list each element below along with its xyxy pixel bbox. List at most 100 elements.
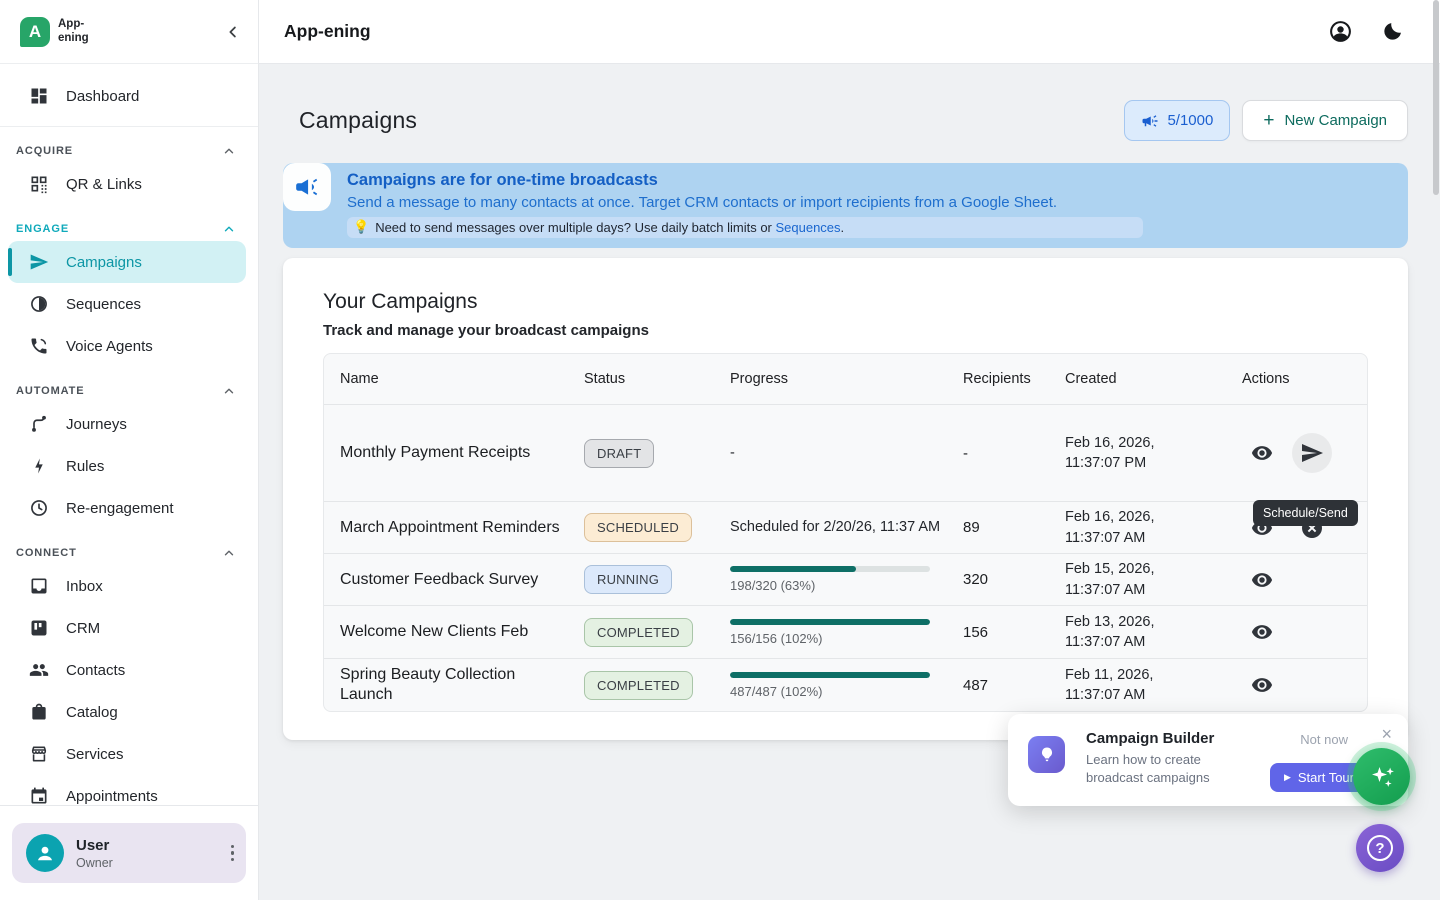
sidebar: A App- ening Dashboard ACQUIRE QR & Link… — [0, 0, 259, 900]
not-now-button[interactable]: Not now — [1300, 732, 1348, 747]
progress-bar: 156/156 (102%) — [730, 619, 930, 646]
sidebar-item-label: Rules — [66, 458, 104, 475]
user-card[interactable]: User Owner — [12, 823, 246, 883]
page-title: Campaigns — [299, 107, 417, 134]
section-label: AUTOMATE — [16, 385, 85, 397]
bag-icon — [29, 702, 49, 722]
section-acquire[interactable]: ACQUIRE — [0, 139, 258, 163]
campaign-name: Customer Feedback Survey — [340, 570, 584, 590]
sidebar-item-label: Campaigns — [66, 254, 142, 271]
campaign-name: Monthly Payment Receipts — [340, 443, 584, 463]
app-title: App-ening — [284, 21, 371, 42]
chevron-up-icon — [222, 222, 236, 236]
close-icon[interactable]: × — [1381, 724, 1392, 745]
sidebar-item-contacts[interactable]: Contacts — [0, 649, 258, 691]
phone-icon — [29, 336, 49, 356]
col-header-created: Created — [1065, 371, 1242, 387]
recipients-count: 156 — [963, 624, 1065, 641]
sidebar-item-label: Journeys — [66, 416, 127, 433]
sequences-link[interactable]: Sequences — [775, 220, 840, 235]
storefront-icon — [29, 744, 49, 764]
sidebar-item-reengagement[interactable]: Re-engagement — [0, 487, 258, 529]
card-subtitle: Track and manage your broadcast campaign… — [323, 322, 1368, 339]
progress-label: 198/320 (63%) — [730, 578, 930, 593]
table-row: Welcome New Clients Feb COMPLETED 156/15… — [324, 605, 1367, 658]
campaign-name: Spring Beauty Collection Launch — [340, 665, 584, 705]
send-icon — [29, 252, 49, 272]
account-icon[interactable] — [1328, 19, 1353, 44]
status-badge: COMPLETED — [584, 618, 693, 647]
sidebar-item-label: CRM — [66, 620, 100, 637]
route-icon — [29, 414, 49, 434]
user-avatar — [26, 834, 64, 872]
quota-text: 5/1000 — [1167, 112, 1213, 129]
sidebar-item-rules[interactable]: Rules — [0, 445, 258, 487]
campaign-quota-badge[interactable]: 5/1000 — [1124, 100, 1230, 141]
clock-icon — [29, 498, 49, 518]
sidebar-item-campaigns[interactable]: Campaigns — [8, 241, 246, 283]
campaign-name: Welcome New Clients Feb — [340, 622, 584, 642]
view-button[interactable] — [1242, 665, 1282, 705]
progress-bar: 487/487 (102%) — [730, 672, 930, 699]
col-header-actions: Actions — [1242, 371, 1367, 387]
sidebar-item-dashboard[interactable]: Dashboard — [0, 74, 258, 118]
campaign-name: March Appointment Reminders — [340, 518, 584, 538]
chevron-up-icon — [222, 546, 236, 560]
plus-icon: + — [1263, 111, 1274, 130]
logo-line1: App- — [58, 18, 89, 31]
progress-text: - — [730, 444, 963, 463]
topbar: App-ening — [259, 0, 1440, 64]
lightbulb-emoji-icon: 💡 — [353, 219, 369, 235]
user-name: User — [76, 837, 113, 854]
view-button[interactable] — [1242, 612, 1282, 652]
half-circle-icon — [29, 294, 49, 314]
sidebar-item-journeys[interactable]: Journeys — [0, 403, 258, 445]
dark-mode-moon-icon[interactable] — [1381, 20, 1404, 43]
help-fab[interactable]: ? — [1356, 824, 1404, 872]
banner-tip: 💡 Need to send messages over multiple da… — [347, 217, 1143, 238]
sidebar-item-appointments[interactable]: Appointments — [0, 775, 258, 805]
person-icon — [33, 841, 57, 865]
sidebar-item-crm[interactable]: CRM — [0, 607, 258, 649]
chevron-up-icon — [222, 144, 236, 158]
created-date: Feb 16, 2026, 11:37:07 AM — [1065, 507, 1183, 548]
view-button[interactable] — [1242, 433, 1282, 473]
kanban-icon — [29, 618, 49, 638]
section-engage[interactable]: ENGAGE — [0, 217, 258, 241]
sidebar-collapse-icon[interactable] — [224, 23, 242, 41]
sidebar-item-services[interactable]: Services — [0, 733, 258, 775]
user-menu-kebab-icon[interactable] — [231, 845, 235, 862]
new-campaign-button[interactable]: + New Campaign — [1242, 100, 1408, 141]
sidebar-item-sequences[interactable]: Sequences — [0, 283, 258, 325]
view-button[interactable] — [1242, 560, 1282, 600]
play-icon: ▶ — [1284, 772, 1291, 783]
sidebar-item-label: Voice Agents — [66, 338, 153, 355]
section-label: CONNECT — [16, 547, 77, 559]
section-automate[interactable]: AUTOMATE — [0, 379, 258, 403]
ai-sparkles-fab[interactable] — [1353, 748, 1410, 805]
user-role: Owner — [76, 856, 113, 870]
schedule-send-button[interactable] — [1292, 433, 1332, 473]
dashboard-icon — [29, 86, 49, 106]
section-connect[interactable]: CONNECT — [0, 541, 258, 565]
sidebar-item-voice-agents[interactable]: Voice Agents — [0, 325, 258, 367]
sidebar-item-inbox[interactable]: Inbox — [0, 565, 258, 607]
created-date: Feb 15, 2026, 11:37:07 AM — [1065, 559, 1183, 600]
sidebar-item-label: Catalog — [66, 704, 118, 721]
lightbulb-icon — [1028, 736, 1065, 773]
banner-tip-text: Need to send messages over multiple days… — [375, 220, 844, 235]
sparkles-icon — [1367, 762, 1397, 792]
recipients-count: 487 — [963, 677, 1065, 694]
sidebar-item-catalog[interactable]: Catalog — [0, 691, 258, 733]
new-campaign-label: New Campaign — [1284, 112, 1387, 129]
scrollbar-thumb[interactable] — [1433, 0, 1439, 195]
campaign-builder-popup: Campaign Builder Learn how to create bro… — [1008, 714, 1408, 806]
eye-icon — [1251, 621, 1273, 643]
page-scrollbar[interactable] — [1432, 0, 1440, 900]
sidebar-item-label: Inbox — [66, 578, 103, 595]
table-header-row: Name Status Progress Recipients Created … — [324, 354, 1367, 404]
sidebar-item-qr-links[interactable]: QR & Links — [0, 163, 258, 205]
sidebar-logo-row: A App- ening — [0, 0, 258, 64]
status-badge: RUNNING — [584, 565, 672, 594]
progress-bar: 198/320 (63%) — [730, 566, 930, 593]
